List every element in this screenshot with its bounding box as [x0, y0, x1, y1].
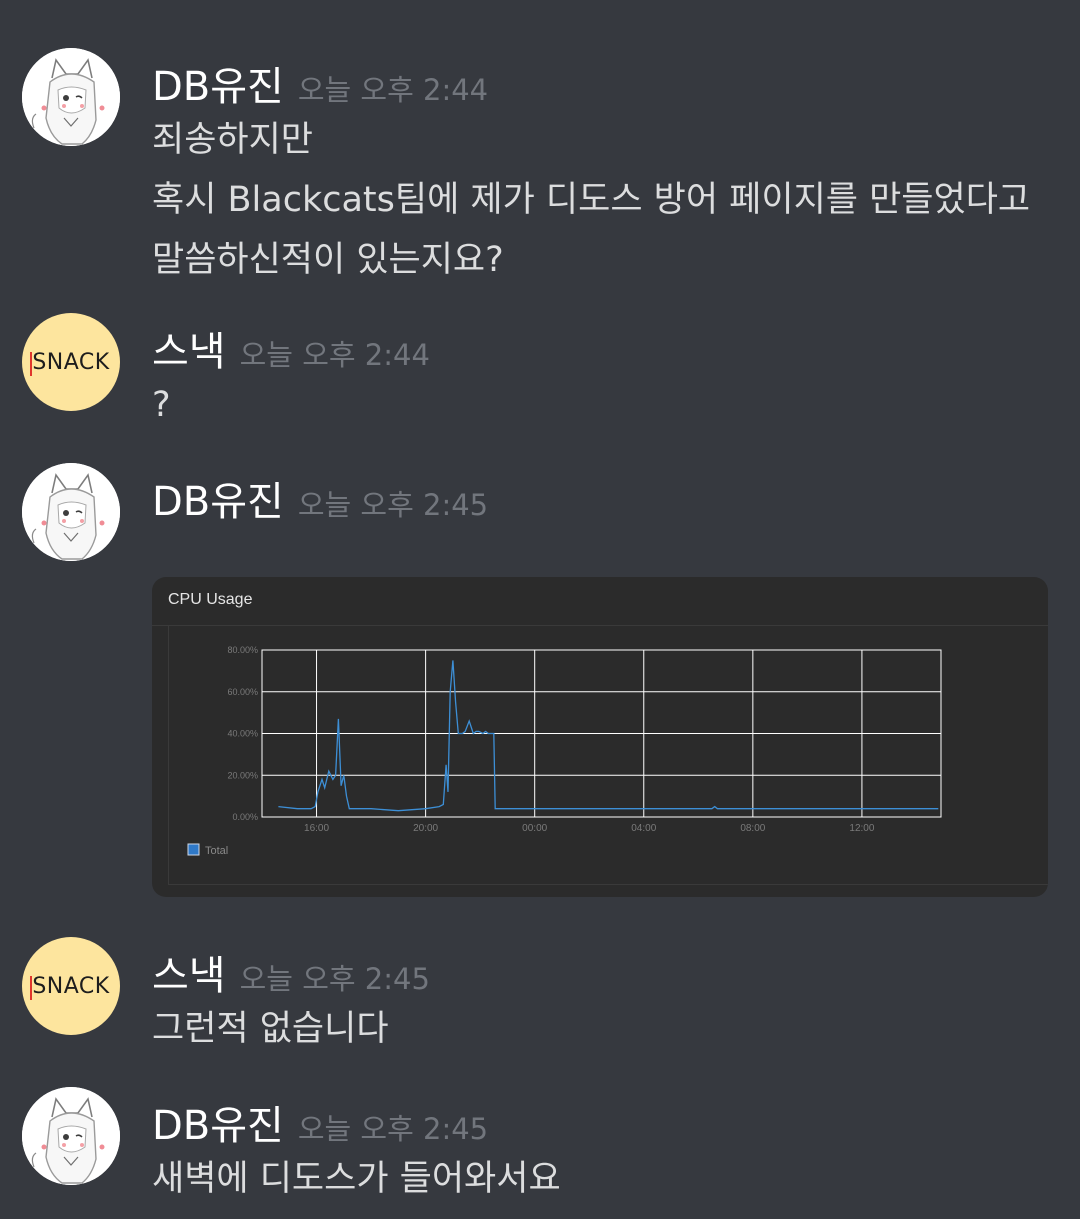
username[interactable]: DB유진 — [152, 1103, 284, 1149]
username[interactable]: 스낵 — [152, 953, 226, 999]
x-tick-label: 00:00 — [522, 823, 547, 834]
message-line: 말씀하신적이 있는지요? — [152, 240, 504, 280]
user-avatar[interactable] — [22, 48, 120, 146]
message-line: 혹시 Blackcats팀에 제가 디도스 방어 페이지를 만들었다고 — [152, 180, 1031, 220]
y-tick-label: 20.00% — [227, 770, 258, 780]
user-avatar[interactable]: SNACK — [22, 313, 120, 411]
username[interactable]: DB유진 — [152, 64, 284, 110]
snack-logo-text: SNACK — [30, 349, 110, 376]
message-header: DB유진 오늘 오후 2:45 — [152, 1093, 488, 1151]
anime-girl-avatar-icon — [22, 463, 120, 561]
timestamp: 오늘 오후 2:45 — [239, 962, 430, 996]
user-avatar[interactable]: SNACK — [22, 937, 120, 1035]
message-content: ? — [152, 375, 171, 435]
legend-label: Total — [205, 845, 228, 857]
x-tick-label: 16:00 — [304, 823, 329, 834]
username[interactable]: DB유진 — [152, 479, 284, 525]
y-tick-label: 80.00% — [227, 645, 258, 655]
anime-girl-avatar-icon — [22, 1087, 120, 1185]
y-tick-label: 60.00% — [227, 687, 258, 697]
message-content: 새벽에 디도스가 들어와서요 — [152, 1149, 561, 1209]
legend-swatch — [187, 843, 200, 856]
user-avatar[interactable] — [22, 463, 120, 561]
message-line: 죄송하지만 — [152, 120, 314, 160]
timestamp: 오늘 오후 2:44 — [297, 73, 489, 107]
message-line: 새벽에 디도스가 들어와서요 — [152, 1159, 561, 1199]
message-header: DB유진 오늘 오후 2:44 — [152, 54, 488, 112]
message-line: ? — [152, 385, 171, 425]
message-header: 스낵 오늘 오후 2:44 — [152, 319, 430, 377]
message-line: 그런적 없습니다 — [152, 1009, 389, 1049]
message-header: 스낵 오늘 오후 2:45 — [152, 943, 430, 1001]
x-tick-label: 12:00 — [849, 823, 874, 834]
y-tick-label: 40.00% — [227, 729, 258, 739]
x-tick-label: 08:00 — [740, 823, 765, 834]
message-content: 그런적 없습니다 — [152, 999, 389, 1059]
snack-logo-text: SNACK — [30, 973, 110, 1000]
anime-girl-avatar-icon — [22, 48, 120, 146]
message-content: 죄송하지만 혹시 Blackcats팀에 제가 디도스 방어 페이지를 만들었다… — [152, 110, 1030, 290]
username[interactable]: 스낵 — [152, 329, 226, 375]
x-tick-label: 04:00 — [631, 823, 656, 834]
timestamp: 오늘 오후 2:45 — [297, 1112, 489, 1146]
image-attachment[interactable]: CPU Usage 0.00% 20.00% 40.00% 60.00% 80.00% … — [152, 577, 1048, 897]
timestamp: 오늘 오후 2:44 — [239, 338, 430, 372]
message-header: DB유진 오늘 오후 2:45 — [152, 469, 488, 527]
cpu-usage-chart: 0.00% 20.00% 40.00% 60.00% 80.00% 16:00 20:00… — [187, 645, 942, 857]
user-avatar[interactable] — [22, 1087, 120, 1185]
timestamp: 오늘 오후 2:45 — [297, 488, 489, 522]
y-tick-label: 0.00% — [232, 812, 258, 822]
x-tick-label: 20:00 — [413, 823, 438, 834]
series-line-total — [278, 660, 939, 812]
